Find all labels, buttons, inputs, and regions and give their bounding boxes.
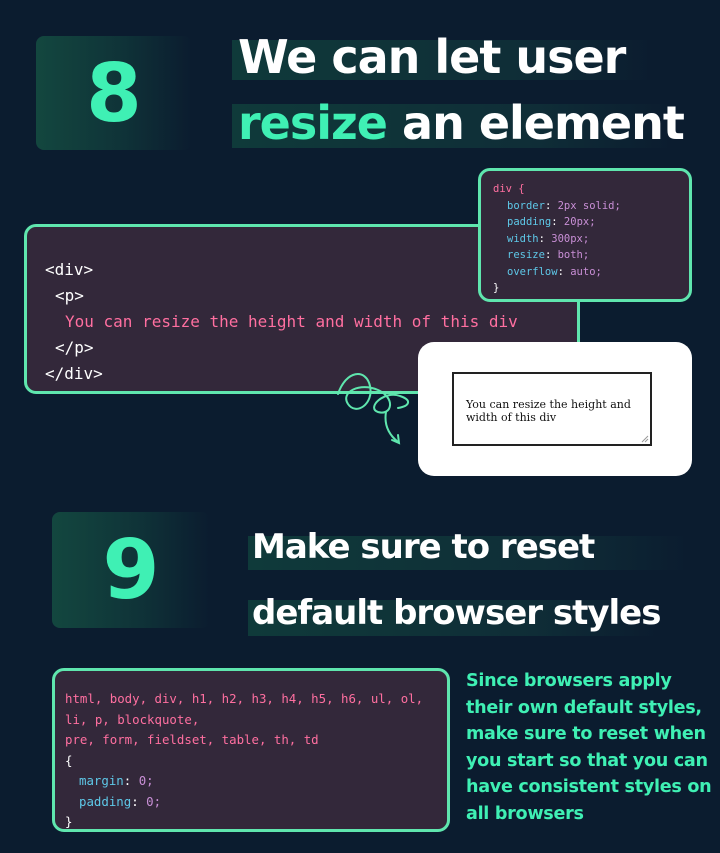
squiggle-arrow-icon bbox=[337, 373, 409, 445]
resizable-div[interactable]: You can resize the height and width of t… bbox=[452, 372, 652, 446]
resize-handle-icon[interactable] bbox=[641, 435, 649, 443]
selector-line: pre, form, fieldset, table, th, td bbox=[65, 732, 319, 747]
tip-number: 8 bbox=[86, 46, 142, 140]
code-line: You can resize the height and width of t… bbox=[65, 312, 518, 331]
css-rule: margin: 0; bbox=[79, 773, 154, 788]
css-rule: overflow: auto; bbox=[507, 265, 602, 278]
tip-description: Since browsers apply their own default s… bbox=[466, 671, 712, 824]
selector-line: li, p, blockquote, bbox=[65, 711, 200, 727]
css-rule: border: 2px solid; bbox=[507, 199, 621, 212]
reset-code-block: html, body, div, h1, h2, h3, h4, h5, h6,… bbox=[52, 668, 450, 832]
open-brace: { bbox=[65, 752, 73, 768]
resize-demo-card: You can resize the height and width of t… bbox=[418, 342, 692, 476]
tip-number: 9 bbox=[102, 522, 160, 618]
demo-text: You can resize the height and width of t… bbox=[466, 398, 631, 424]
tip-number-badge: 8 bbox=[36, 36, 192, 150]
css-rule: padding: 20px; bbox=[507, 216, 596, 228]
css-code-block: div { border: 2px solid; padding: 20px; … bbox=[478, 168, 692, 302]
css-rule: width: 300px; bbox=[507, 232, 590, 245]
css-rule: resize: both; bbox=[507, 249, 590, 261]
tip-number-badge: 9 bbox=[52, 512, 210, 628]
css-rule: padding: 0; bbox=[79, 793, 162, 809]
tip-title-line2: default browser styles bbox=[252, 593, 661, 633]
title-accent-word: resize bbox=[238, 96, 388, 150]
title-rest: an element bbox=[387, 96, 685, 150]
selector-line: html, body, div, h1, h2, h3, h4, h5, h6,… bbox=[65, 691, 424, 706]
tip-title-line1: We can let user bbox=[238, 30, 626, 84]
css-selector-line: div { bbox=[493, 183, 525, 195]
css-close-brace: } bbox=[493, 282, 500, 294]
tip-title-line1: Make sure to reset bbox=[252, 527, 595, 567]
tip-title-line2: resize an element bbox=[238, 96, 685, 150]
close-brace: } bbox=[65, 814, 73, 829]
